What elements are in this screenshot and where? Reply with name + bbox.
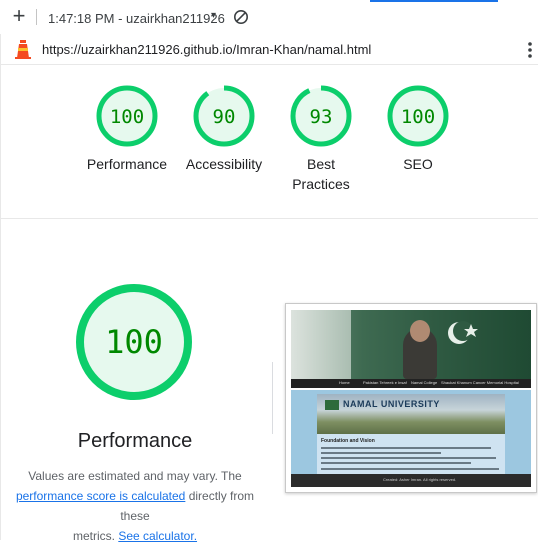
report-url[interactable]: https://uzairkhan211926.github.io/Imran-… [42, 42, 371, 57]
gauge-seo[interactable]: 100 SEO [370, 84, 466, 174]
panel-edge [0, 34, 1, 540]
performance-score-link[interactable]: performance score is calculated [16, 489, 185, 503]
flag-white-band [291, 310, 351, 379]
footer-text: Created: Asher Imran. All rights reserve… [383, 477, 457, 482]
nav-item: Shaukat Khanum Cancer Memorial Hospital [441, 380, 519, 385]
gauge-accessibility-score: 90 [213, 106, 236, 128]
gauge-best-practices-ring: 93 [290, 85, 352, 147]
active-tab-indicator [370, 0, 498, 2]
university-logo-icon [325, 400, 339, 410]
gauge-best-practices-label: Best Practices [292, 156, 350, 192]
clear-icon[interactable] [233, 9, 249, 25]
nav-item: Home [339, 380, 350, 385]
gauge-accessibility[interactable]: 90 Accessibility [176, 84, 272, 174]
more-options-icon[interactable] [527, 41, 533, 59]
performance-score-large: 100 [105, 323, 163, 361]
hero-person-head [410, 320, 430, 342]
gauge-best-practices-score: 93 [310, 106, 333, 128]
screenshot-hero-image [291, 310, 531, 379]
note-line-1: Values are estimated and may vary. The [28, 469, 242, 483]
column-divider [272, 362, 273, 434]
devtools-toolbar: + 1:47:18 PM - uzairkhan211926 ▾ [0, 0, 538, 35]
session-dropdown-icon[interactable]: ▾ [211, 10, 216, 21]
screenshot-nav: Home Pakistan Tehreek e Insaf Namal Coll… [291, 379, 531, 388]
gauge-performance-label: Performance [86, 156, 168, 172]
gauge-seo-ring: 100 [387, 85, 449, 147]
text-line [321, 462, 471, 464]
text-line [321, 447, 491, 449]
gauge-performance-ring: 100 [96, 85, 158, 147]
screenshot-content: Foundation and Vision [317, 434, 505, 474]
text-line [321, 452, 441, 454]
performance-note: Values are estimated and may vary. The p… [0, 466, 270, 546]
screenshot-footer: Created: Asher Imran. All rights reserve… [291, 474, 531, 487]
content-heading: Foundation and Vision [321, 438, 375, 444]
gauge-performance[interactable]: 100 Performance [79, 84, 175, 174]
screenshot-body: NAMAL UNIVERSITY Foundation and Vision [291, 390, 531, 474]
university-logo-text: NAMAL UNIVERSITY [343, 399, 440, 409]
nav-item: Namal College [411, 380, 438, 385]
note-line-3-head: metrics. [72, 529, 115, 543]
performance-title: Performance [77, 430, 193, 452]
flag-crescent-icon [448, 321, 478, 344]
report-session-label[interactable]: 1:47:18 PM - uzairkhan211926 [48, 11, 225, 26]
toolbar-divider [36, 9, 37, 25]
gauge-accessibility-ring: 90 [193, 85, 255, 147]
performance-gauge-large: 100 [76, 284, 192, 400]
lighthouse-icon [15, 40, 31, 59]
report-url-bar: https://uzairkhan211926.github.io/Imran-… [0, 34, 538, 65]
new-report-button[interactable]: + [8, 5, 30, 27]
gauge-accessibility-label: Accessibility [185, 156, 263, 172]
final-screenshot[interactable]: Home Pakistan Tehreek e Insaf Namal Coll… [285, 303, 537, 493]
section-divider [0, 218, 538, 219]
gauge-performance-score: 100 [110, 106, 144, 128]
nav-item: Pakistan Tehreek e Insaf [363, 380, 407, 385]
gauge-seo-score: 100 [401, 106, 435, 128]
gauge-seo-label: SEO [403, 156, 433, 172]
text-line [321, 457, 496, 459]
text-line [321, 468, 499, 470]
gauge-best-practices[interactable]: 93 Best Practices [273, 84, 369, 194]
see-calculator-link[interactable]: See calculator. [118, 529, 197, 543]
